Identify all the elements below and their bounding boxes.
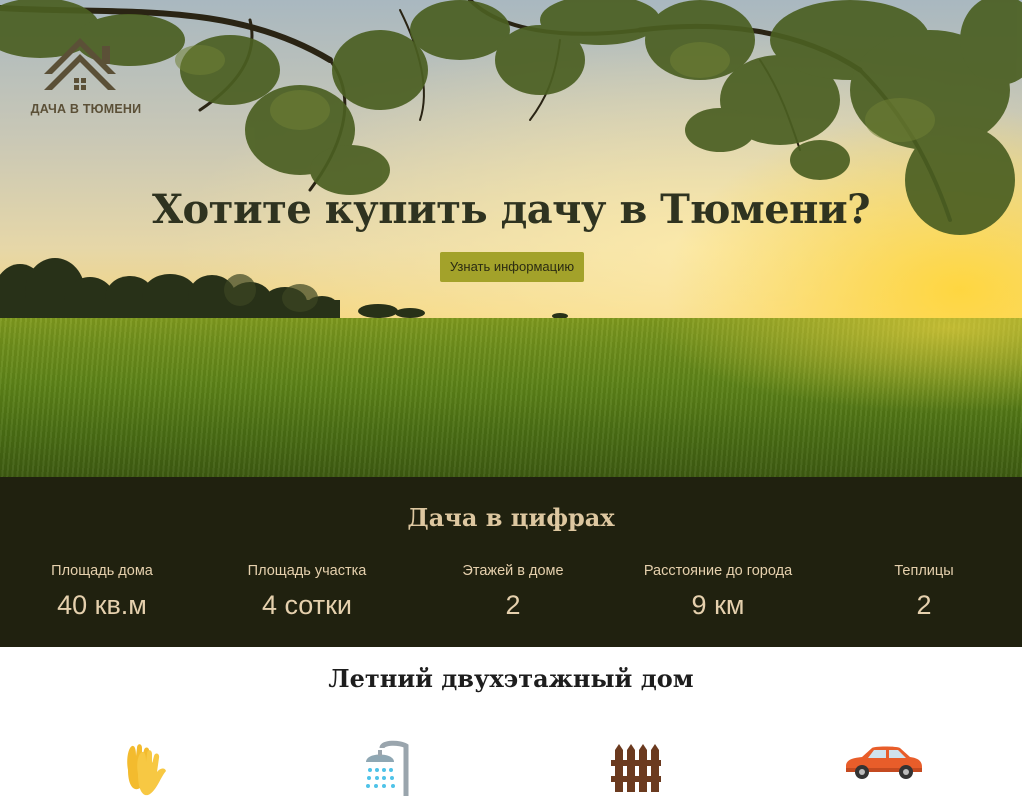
stat-label: Площадь участка: [247, 563, 367, 579]
stat-value: 2: [505, 590, 521, 620]
stat-label: Этажей в доме: [462, 563, 564, 579]
stat-label: Расстояние до города: [643, 563, 793, 579]
hero-section: ДАЧА В ТЮМЕНИ Хотите купить дачу в Тюмен…: [0, 0, 1022, 477]
stats-section: Дача в цифрах Площадь дома 40 кв.м Площа…: [0, 477, 1022, 647]
stat-distance: Расстояние до города 9 км: [608, 563, 828, 621]
stat-value: 2: [916, 590, 932, 620]
stat-house-area: Площадь дома 40 кв.м: [0, 563, 212, 621]
stat-label: Теплицы: [894, 563, 954, 579]
stat-floors: Этажей в доме 2: [403, 563, 623, 621]
house-roof-icon: [44, 38, 116, 90]
learn-more-button[interactable]: Узнать информацию: [440, 252, 584, 282]
stats-title: Дача в цифрах: [407, 503, 615, 532]
stat-plot-area: Площадь участка 4 сотки: [197, 563, 417, 621]
car-icon: [846, 746, 922, 779]
stat-greenhouses: Теплицы 2: [814, 563, 1022, 621]
gloves-icon: [127, 744, 166, 796]
logo-text: ДАЧА В ТЮМЕНИ: [30, 102, 142, 116]
stat-value: 4 сотки: [261, 590, 352, 620]
tree-branches-image: [0, 0, 1022, 235]
hero-title: Хотите купить дачу в Тюмени?: [151, 186, 871, 233]
stat-value: 40 кв.м: [57, 590, 147, 620]
section-title: Летний двухэтажный дом: [328, 664, 694, 693]
site-logo[interactable]: ДАЧА В ТЮМЕНИ: [30, 34, 142, 120]
stat-label: Площадь дома: [51, 563, 153, 579]
stat-value: 9 км: [691, 590, 745, 620]
shower-icon: [366, 740, 409, 796]
fence-icon: [611, 744, 661, 792]
